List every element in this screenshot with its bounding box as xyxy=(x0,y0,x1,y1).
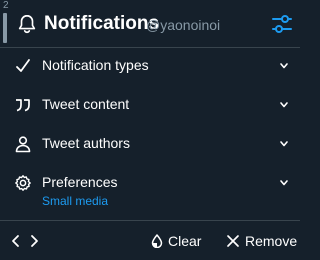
close-icon xyxy=(227,235,239,247)
section-tweet-authors[interactable]: Tweet authors xyxy=(0,126,300,162)
check-icon xyxy=(16,59,30,72)
section-label: Notification types xyxy=(42,57,149,73)
column-title: Notifications xyxy=(44,13,160,34)
chevron-down-icon xyxy=(280,102,288,108)
section-tweet-content[interactable]: Tweet content xyxy=(0,87,300,123)
chevron-down-icon xyxy=(280,180,288,186)
column-header: 2 Notifications @yaonoinoi xyxy=(0,0,300,48)
chevron-right-icon[interactable] xyxy=(27,234,41,248)
chevron-down-icon xyxy=(280,63,288,69)
column-footer: Clear Remove xyxy=(0,220,300,260)
user-icon xyxy=(15,136,31,153)
chevron-left-icon[interactable] xyxy=(9,234,23,248)
remove-button[interactable]: Remove xyxy=(226,233,298,249)
filter-settings-button[interactable] xyxy=(270,12,294,36)
section-notification-types[interactable]: Notification types xyxy=(0,48,300,84)
account-handle: @yaonoinoi xyxy=(146,17,221,33)
section-label: Preferences xyxy=(42,174,118,190)
quote-icon xyxy=(16,99,30,112)
chevron-down-icon xyxy=(280,141,288,147)
clear-label: Clear xyxy=(168,233,202,249)
clear-button[interactable]: Clear xyxy=(150,233,202,249)
bell-icon xyxy=(18,14,36,34)
preferences-summary-link[interactable]: Small media xyxy=(42,194,108,208)
section-label: Tweet content xyxy=(42,96,130,112)
column-drag-handle[interactable] xyxy=(3,13,7,43)
remove-label: Remove xyxy=(245,233,298,249)
column-settings-panel: 2 Notifications @yaonoinoi Notification … xyxy=(0,0,300,260)
section-label: Tweet authors xyxy=(42,135,130,151)
droplet-icon xyxy=(151,234,163,248)
column-index: 2 xyxy=(3,0,9,11)
gear-icon xyxy=(15,175,31,191)
